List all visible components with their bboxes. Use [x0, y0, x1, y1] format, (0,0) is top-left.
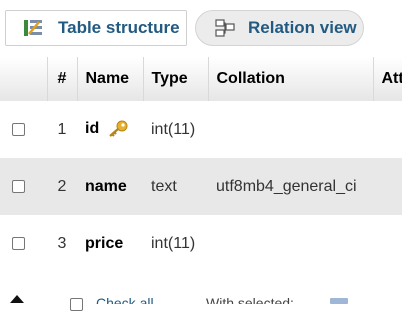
table-row: 3 price int(11) [0, 215, 402, 272]
tab-relation-view[interactable]: Relation view [195, 10, 364, 46]
table-row: 1 id int(11) [0, 101, 402, 158]
bulk-actions-bar: Check all With selected: [0, 290, 402, 311]
table-row: 2 name text utf8mb4_general_ci [0, 158, 402, 215]
column-attributes [373, 158, 402, 215]
column-attributes [373, 215, 402, 272]
header-collation[interactable]: Collation [208, 57, 374, 101]
browse-icon[interactable] [330, 298, 348, 304]
tab-bar: Table structure Relation view [0, 0, 402, 57]
table-structure-icon [22, 17, 44, 39]
column-collation: utf8mb4_general_ci [216, 177, 357, 195]
header-select [0, 57, 48, 101]
relation-view-icon [214, 17, 236, 39]
header-attributes[interactable]: Attributes [373, 57, 402, 101]
header-name[interactable]: Name [77, 57, 144, 101]
check-all-checkbox[interactable] [70, 298, 83, 311]
column-collation [208, 215, 373, 272]
column-attributes [373, 101, 402, 158]
column-name: price [85, 234, 124, 252]
with-selected-label: With selected: [206, 296, 294, 304]
check-all-link[interactable]: Check all [96, 296, 196, 304]
row-checkbox[interactable] [12, 122, 25, 136]
tab-relation-view-label: Relation view [248, 18, 357, 37]
row-number: 2 [57, 177, 67, 195]
row-checkbox[interactable] [12, 236, 25, 250]
header-type[interactable]: Type [143, 57, 209, 101]
tab-table-structure[interactable]: Table structure [5, 10, 187, 46]
row-number: 3 [57, 234, 67, 252]
table-header-row: # Name Type Collation Attributes [0, 57, 402, 101]
column-type: int(11) [151, 120, 196, 138]
tab-table-structure-label: Table structure [58, 18, 180, 37]
column-type: text [151, 177, 177, 195]
header-number[interactable]: # [47, 57, 78, 101]
row-number: 1 [57, 120, 67, 138]
column-type: int(11) [151, 234, 196, 252]
primary-key-icon [107, 120, 129, 138]
row-checkbox[interactable] [12, 179, 25, 193]
column-collation [208, 101, 373, 158]
column-name: name [85, 177, 127, 195]
column-name: id [85, 120, 100, 138]
structure-table: # Name Type Collation Attributes 1 id in… [0, 57, 402, 272]
